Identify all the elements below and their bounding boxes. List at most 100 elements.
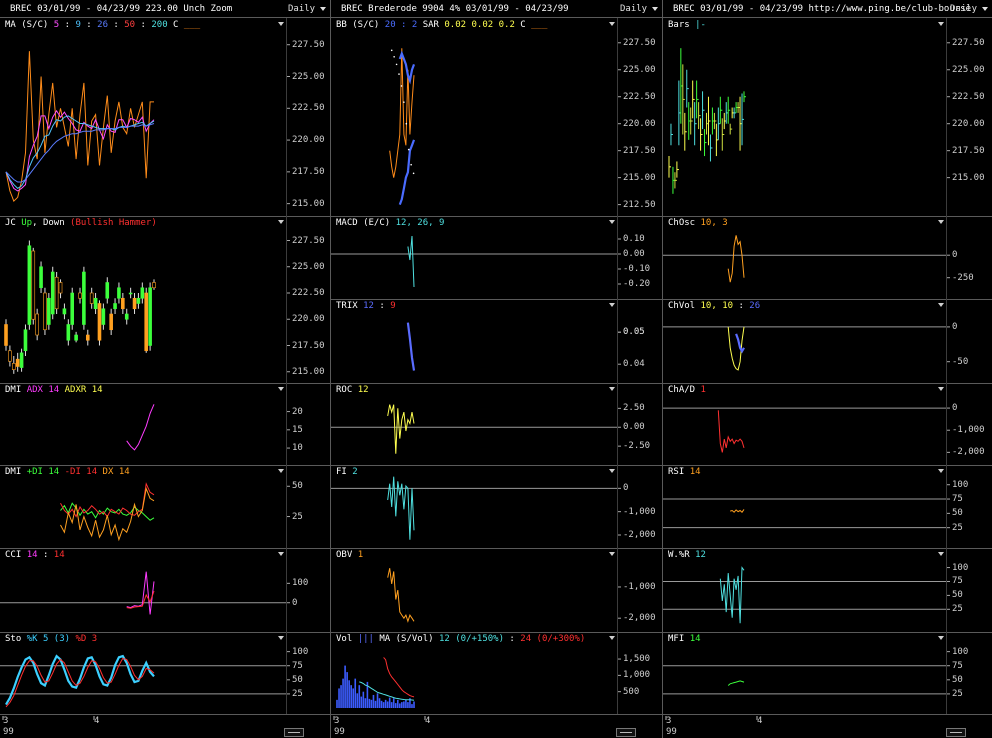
pane-menu-icon[interactable] (609, 636, 615, 640)
candle-body (50, 271, 55, 315)
volume-bar (411, 704, 413, 708)
volume-bar (350, 685, 352, 708)
indicator-label: MFI 14 (668, 634, 701, 645)
pane-divider (331, 216, 662, 217)
pane-menu-icon[interactable] (278, 22, 284, 26)
volume-bar (390, 702, 393, 708)
period-dropdown[interactable]: Daily (288, 4, 327, 15)
scroll-button[interactable] (284, 728, 304, 737)
axis-tick-label: 0 (952, 322, 958, 332)
volume-bar (403, 701, 405, 708)
axis-tick-label: 212.50 (623, 200, 656, 210)
volume-bar (382, 702, 385, 708)
label-part: 12 (363, 301, 374, 311)
volume-bar (346, 672, 348, 708)
axis-tick-label: 222.50 (623, 92, 656, 102)
chevron-down-icon (320, 6, 327, 11)
label-part: : (135, 20, 152, 30)
pane-menu-icon[interactable] (609, 303, 615, 307)
axis-tick-label: 0 (952, 250, 958, 260)
indicator-label: OBV 1 (336, 550, 363, 561)
volume-bar (386, 701, 389, 708)
pane-menu-icon[interactable] (938, 387, 944, 391)
indicator-line (5, 109, 155, 192)
scroll-button[interactable] (946, 728, 966, 737)
axis-tick-label: 227.50 (952, 38, 985, 48)
pane-menu-icon[interactable] (938, 22, 944, 26)
period-dropdown[interactable]: Daily (950, 4, 989, 15)
volume-bar (362, 691, 365, 708)
axis-divider (946, 18, 947, 714)
pane-menu-icon[interactable] (278, 469, 284, 473)
sar-dot (407, 148, 410, 151)
indicator-label: ChOsc 10, 3 (668, 218, 728, 229)
sar-dot (403, 101, 405, 103)
pane-divider (663, 216, 992, 217)
scroll-button[interactable] (616, 728, 636, 737)
candle-body (93, 297, 98, 310)
axis-tick-label: 222.50 (292, 288, 325, 298)
candle-body (105, 282, 110, 299)
label-part: BREC Brederode 9904 4% 03/01/99 - 04/23/… (341, 4, 569, 14)
axis-tick-label: 100 (292, 578, 309, 588)
label-part: DMI (5, 467, 27, 477)
axis-tick-label: 25 (952, 523, 963, 533)
label-part: 200 (151, 20, 168, 30)
axis-tick-label: -2,000 (952, 447, 985, 457)
label-part: 14 (689, 634, 701, 644)
label-part: DMI (5, 385, 27, 395)
axis-tick-label: 0 (292, 598, 298, 608)
pane-menu-icon[interactable] (938, 469, 944, 473)
axis-tick-label: 25 (952, 604, 963, 614)
candle-body (101, 308, 106, 325)
candle-body (39, 266, 43, 289)
pane-divider (663, 632, 992, 633)
pane-menu-icon[interactable] (609, 469, 615, 473)
axis-tick-label: 227.50 (292, 40, 325, 50)
sar-dot (412, 172, 415, 175)
axis-tick-label: 75 (952, 576, 963, 586)
axis-tick-label: 50 (292, 675, 303, 685)
pane-menu-icon[interactable] (278, 220, 284, 224)
column-title: BREC 03/01/99 - 04/23/99 223.00 Unch Zoo… (10, 4, 232, 15)
pane-menu-icon[interactable] (278, 552, 284, 556)
pane-menu-icon[interactable] (278, 636, 284, 640)
column-title: BREC 03/01/99 - 04/23/99 http://www.ping… (673, 4, 971, 15)
pane-menu-icon[interactable] (938, 552, 944, 556)
indicator-line (5, 115, 155, 190)
candle-body (47, 297, 51, 325)
pane-menu-icon[interactable] (609, 387, 615, 391)
candle-body (11, 363, 16, 370)
volume-bar (352, 688, 355, 708)
candle-body (117, 287, 121, 299)
label-part: ADX 14 (26, 385, 60, 395)
pane-menu-icon[interactable] (609, 220, 615, 224)
indicator-label: ChVol 10, 10 : 26 (668, 301, 760, 312)
volume-bar (338, 688, 340, 708)
volume-bar (394, 703, 397, 708)
period-dropdown[interactable]: Daily (620, 4, 659, 15)
label-part: 50 (124, 20, 136, 30)
pane-divider (331, 383, 662, 384)
label-part: DX 14 (97, 467, 130, 477)
pane-menu-icon[interactable] (938, 303, 944, 307)
candle-body (19, 352, 24, 368)
column-divider (330, 0, 331, 738)
indicator-label: ROC 12 (336, 385, 369, 396)
candle-body (136, 297, 141, 304)
candle-body (113, 303, 117, 310)
volume-bar (360, 696, 363, 708)
pane-divider (331, 714, 662, 715)
pane-menu-icon[interactable] (938, 220, 944, 224)
label-part: (Bullish Hammer) (64, 218, 157, 228)
pane-menu-icon[interactable] (609, 552, 615, 556)
period-dropdown-label: Daily (288, 4, 316, 14)
axis-tick-label: 75 (952, 494, 963, 504)
pane-menu-icon[interactable] (609, 22, 615, 26)
pane-menu-icon[interactable] (278, 387, 284, 391)
label-part: 14 (26, 550, 38, 560)
label-part: +DI 14 (26, 467, 60, 477)
axis-tick-label: -2.50 (623, 441, 651, 451)
pane-menu-icon[interactable] (938, 636, 944, 640)
axis-tick-label: 220.00 (952, 119, 985, 129)
